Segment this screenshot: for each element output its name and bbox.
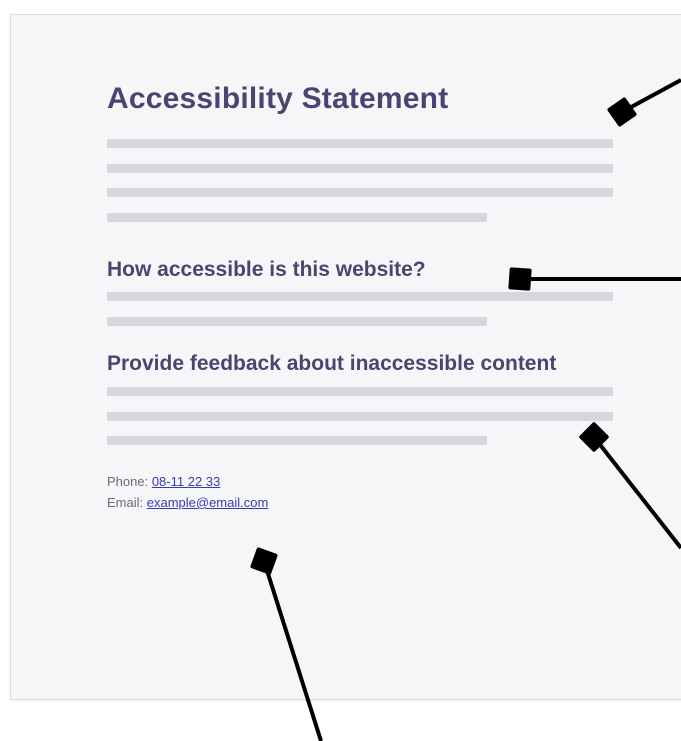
callout-title: [607, 78, 681, 127]
callout-contact-info: [250, 547, 323, 741]
callout-feedback-text: [579, 422, 681, 550]
callout-pointers: [250, 78, 681, 741]
callout-section-heading: [508, 267, 681, 291]
